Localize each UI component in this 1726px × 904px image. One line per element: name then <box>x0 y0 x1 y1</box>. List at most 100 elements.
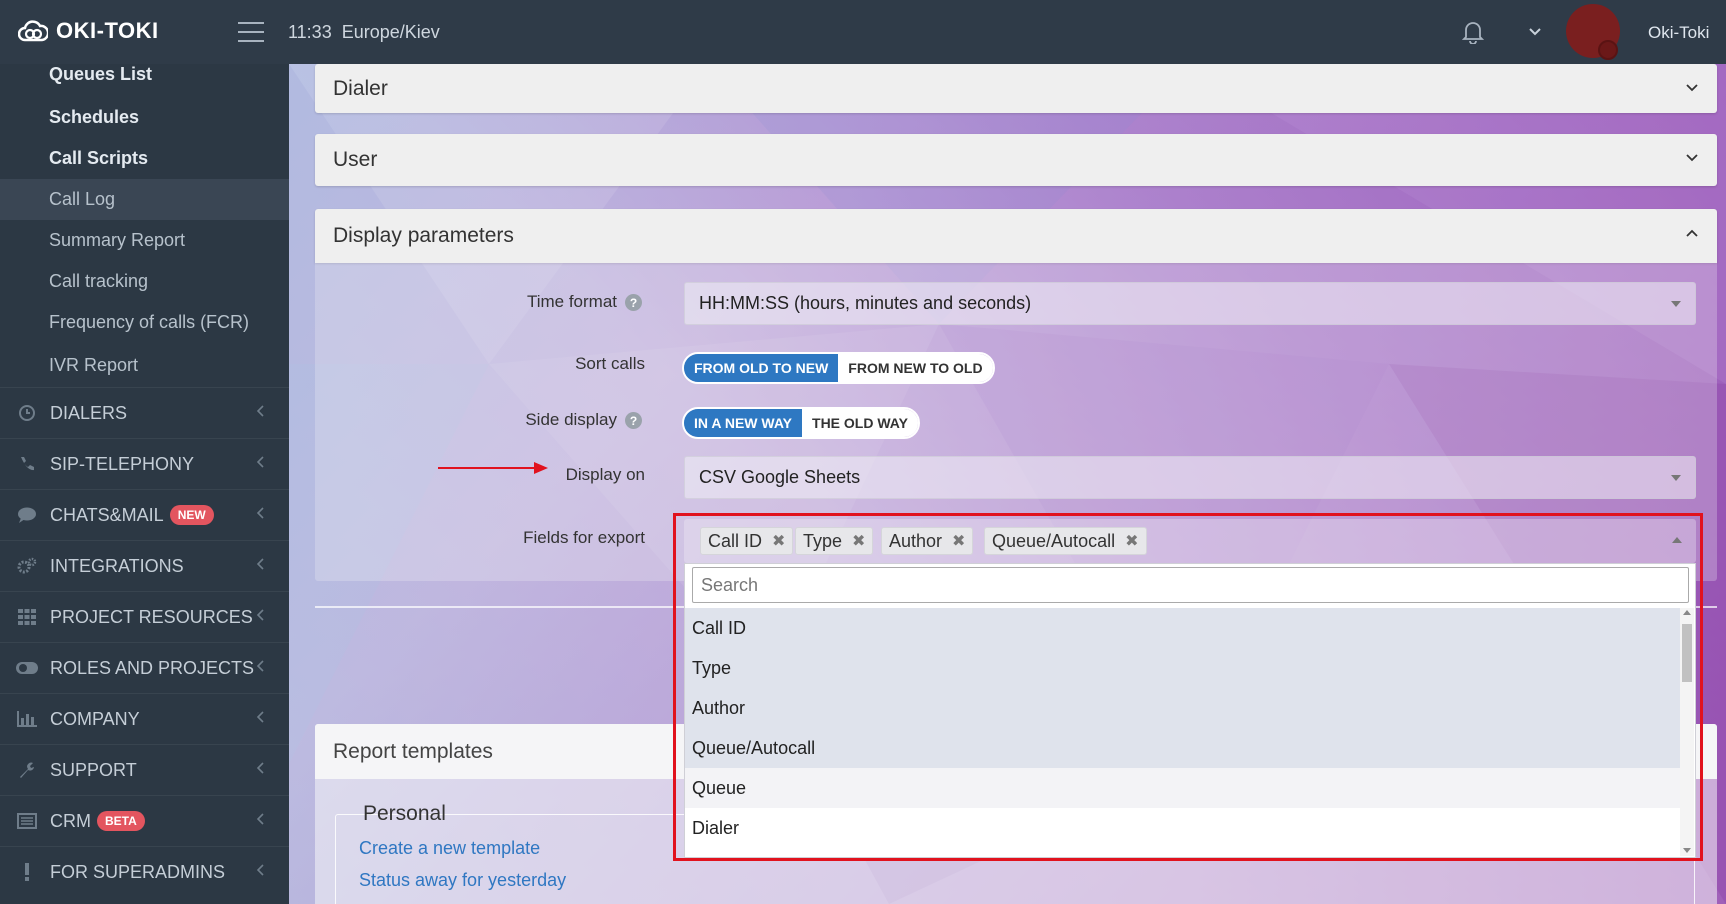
caret-up-icon <box>1672 537 1682 543</box>
options-list: Call ID Type Author Queue/Autocall Queue… <box>685 608 1681 856</box>
search-input[interactable] <box>692 567 1689 603</box>
sidebar-item-label: PROJECT RESOURCES <box>50 606 253 627</box>
chevron-left-icon <box>256 864 264 876</box>
timezone-value: Europe/Kiev <box>341 22 440 42</box>
new-badge: NEW <box>169 505 214 525</box>
sort-calls-toggle[interactable]: FROM OLD TO NEW FROM NEW TO OLD <box>682 352 995 384</box>
sort-calls-label: Sort calls <box>575 354 645 373</box>
user-name[interactable]: Oki-Toki <box>1648 23 1709 43</box>
wrench-icon <box>16 759 38 781</box>
chevron-left-icon <box>256 507 264 519</box>
chevron-left-icon <box>256 558 264 570</box>
sidebar-item-schedules[interactable]: Schedules <box>0 97 289 138</box>
select-value: CSV Google Sheets <box>699 467 861 487</box>
remove-tag-icon[interactable]: ✖ <box>772 531 785 551</box>
side-new-way-option[interactable]: IN A NEW WAY <box>684 409 803 437</box>
scroll-down-icon[interactable] <box>1683 848 1691 853</box>
options-scrollbar[interactable] <box>1680 608 1694 856</box>
fields-export-dropdown: Call ID Type Author Queue/Autocall Queue… <box>684 563 1696 858</box>
status-dot <box>1598 40 1618 60</box>
time-value: 11:33 <box>288 22 332 42</box>
dialer-panel-header[interactable]: Dialer <box>315 64 1717 113</box>
display-on-select[interactable]: CSV Google Sheets <box>684 456 1696 499</box>
hamburger-icon[interactable] <box>238 22 264 42</box>
sidebar-item-crm[interactable]: CRM BETA <box>0 795 289 846</box>
sidebar-item-label: Call Scripts <box>49 148 149 168</box>
remove-tag-icon[interactable]: ✖ <box>1125 531 1138 551</box>
sidebar-item-call-scripts[interactable]: Call Scripts <box>0 138 289 179</box>
tag-label: Author <box>889 530 943 551</box>
fields-export-multiselect[interactable]: Call ID ✖ Type ✖ Author ✖ Queue/Autocall ✖ <box>684 519 1696 563</box>
display-on-label: Display on <box>565 465 645 484</box>
sort-new-to-old-option[interactable]: FROM NEW TO OLD <box>838 354 993 382</box>
chevron-down-icon <box>1686 84 1698 92</box>
tag-label: Type <box>803 530 843 551</box>
sidebar-item-ivr-report[interactable]: IVR Report <box>0 343 289 387</box>
sidebar-item-integrations[interactable]: INTEGRATIONS <box>0 540 289 591</box>
exclamation-icon <box>16 861 38 883</box>
display-parameters-header[interactable]: Display parameters <box>315 209 1717 263</box>
user-panel-header[interactable]: User <box>315 134 1717 186</box>
sidebar-item-dialers[interactable]: DIALERS <box>0 387 289 438</box>
option-call-id[interactable]: Call ID <box>685 608 1681 648</box>
option-author[interactable]: Author <box>685 688 1681 728</box>
tag-call-id: Call ID ✖ <box>700 527 794 555</box>
bar-chart-icon <box>16 708 38 730</box>
option-queue[interactable]: Queue <box>685 768 1681 808</box>
tag-type: Type ✖ <box>795 527 874 555</box>
option-type[interactable]: Type <box>685 648 1681 688</box>
sidebar-item-label: ROLES AND PROJECTS <box>50 657 255 678</box>
label-text: Side display <box>525 410 617 429</box>
chevron-left-icon <box>256 405 264 417</box>
sidebar-item-superadmins[interactable]: FOR SUPERADMINS <box>0 846 289 897</box>
chevron-left-icon <box>256 660 264 672</box>
personal-legend: Personal <box>363 802 446 825</box>
caret-down-icon <box>1671 475 1681 481</box>
sidebar-item-summary-report[interactable]: Summary Report <box>0 220 289 261</box>
chevron-left-icon <box>256 711 264 723</box>
time-format-select[interactable]: HH:MM:SS (hours, minutes and seconds) <box>684 282 1696 325</box>
top-bar: OKI-TOKI 11:33 Europe/Kiev Oki-Toki <box>0 0 1726 64</box>
sidebar-item-queues-list[interactable]: Queues List <box>0 64 289 97</box>
sidebar-item-support[interactable]: SUPPORT <box>0 744 289 795</box>
sidebar-item-sip-telephony[interactable]: SIP-TELEPHONY <box>0 438 289 489</box>
tag-queue-autocall: Queue/Autocall ✖ <box>984 527 1147 555</box>
sidebar-item-label: Call tracking <box>49 271 149 291</box>
option-queue-autocall[interactable]: Queue/Autocall <box>685 728 1681 768</box>
status-away-link[interactable]: Status away for yesterday <box>359 870 566 891</box>
gears-icon <box>16 555 38 577</box>
remove-tag-icon[interactable]: ✖ <box>852 531 865 551</box>
sidebar-item-label: SIP-TELEPHONY <box>50 453 195 474</box>
sort-old-to-new-option[interactable]: FROM OLD TO NEW <box>684 354 839 382</box>
chevron-down-icon[interactable] <box>1528 24 1542 38</box>
help-icon[interactable]: ? <box>625 412 642 430</box>
bell-icon[interactable] <box>1462 20 1484 44</box>
user-panel: User <box>315 134 1717 186</box>
side-display-toggle[interactable]: IN A NEW WAY THE OLD WAY <box>682 407 920 439</box>
scroll-up-icon[interactable] <box>1683 610 1691 615</box>
caret-down-icon <box>1671 301 1681 307</box>
display-parameters-panel: Display parameters <box>315 209 1717 263</box>
option-dialer[interactable]: Dialer <box>685 808 1681 848</box>
label-text: Time format <box>526 292 617 311</box>
chevron-left-icon <box>256 609 264 621</box>
sidebar-item-company[interactable]: COMPANY <box>0 693 289 744</box>
brand-logo[interactable]: OKI-TOKI <box>18 18 159 44</box>
sidebar-item-call-log[interactable]: Call Log <box>0 179 289 220</box>
create-template-link[interactable]: Create a new template <box>359 838 540 859</box>
side-old-way-option[interactable]: THE OLD WAY <box>802 409 918 437</box>
sidebar-item-fcr[interactable]: Frequency of calls (FCR) <box>0 302 289 343</box>
sidebar-item-chats-mail[interactable]: CHATS&MAIL NEW <box>0 489 289 540</box>
sidebar-item-call-tracking[interactable]: Call tracking <box>0 261 289 302</box>
sidebar-item-label: Schedules <box>49 107 140 127</box>
help-icon[interactable]: ? <box>625 294 642 312</box>
sidebar-item-project-resources[interactable]: PROJECT RESOURCES <box>0 591 289 642</box>
remove-tag-icon[interactable]: ✖ <box>952 531 965 551</box>
sidebar-item-label: DIALERS <box>50 402 128 423</box>
brand-name: OKI-TOKI <box>56 18 159 43</box>
scroll-thumb[interactable] <box>1682 624 1692 682</box>
cloud-logo-icon <box>18 20 48 42</box>
sidebar-item-roles-projects[interactable]: ROLES AND PROJECTS <box>0 642 289 693</box>
tag-label: Queue/Autocall <box>992 530 1116 551</box>
panel-title: User <box>333 148 378 171</box>
